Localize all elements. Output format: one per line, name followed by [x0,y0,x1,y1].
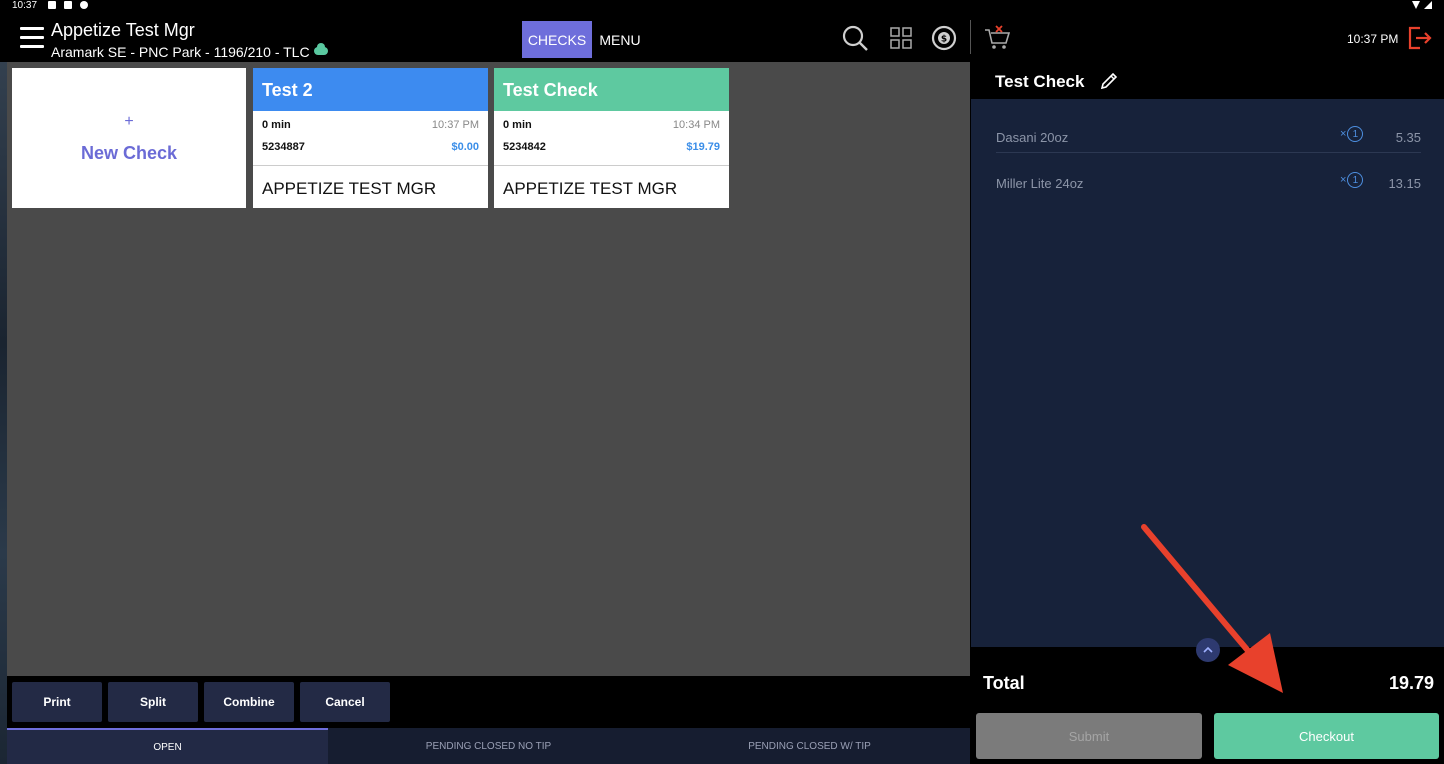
order-header: Test Check [971,62,1444,99]
tab-pending-closed-no-tip[interactable]: PENDING CLOSED NO TIP [328,728,649,764]
cancel-button[interactable]: Cancel [300,682,390,722]
notification-a-icon [48,1,56,9]
item-name: Miller Lite 24oz [996,176,1084,191]
quantity-multiplier: × [1340,174,1347,186]
cloud-sync-icon [313,43,328,55]
split-button[interactable]: Split [108,682,198,722]
chevron-up-icon [1203,646,1213,653]
plus-icon: + [124,112,134,130]
check-card-divider [253,165,488,166]
check-card-test-2[interactable]: Test 2 0 min 10:37 PM 5234887 $0.00 APPE… [253,68,488,208]
signal-icon [1424,1,1432,9]
search-icon[interactable] [841,24,869,52]
item-price: 13.15 [1388,176,1421,191]
header-clock: 10:37 PM [1347,32,1399,46]
check-time: 10:34 PM [672,119,720,131]
new-check-label: New Check [80,142,178,163]
combine-button[interactable]: Combine [204,682,294,722]
venue-subtitle-text: Aramark SE - PNC Park - 1196/210 - TLC [51,44,310,60]
edit-pencil-icon[interactable] [1099,71,1119,91]
check-time: 10:37 PM [431,119,479,131]
total-label: Total [983,673,1025,693]
hamburger-menu-icon[interactable] [20,27,44,49]
order-item[interactable]: Miller Lite 24oz × 1 13.15 [996,152,1421,198]
logout-icon[interactable] [1406,24,1434,52]
check-number: 5234887 [262,141,305,153]
new-check-button[interactable]: + New Check [12,68,246,208]
item-name: Dasani 20oz [996,130,1069,145]
tab-menu[interactable]: MENU [596,21,644,58]
tab-open[interactable]: OPEN [7,728,328,764]
item-quantity[interactable]: × 1 [1340,172,1364,188]
item-price: 5.35 [1395,130,1421,145]
wifi-icon [1412,1,1420,9]
venue-subtitle: Aramark SE - PNC Park - 1196/210 - TLC [51,43,328,60]
order-item[interactable]: Dasani 20oz × 1 5.35 [996,106,1421,152]
total-value: 19.79 [1388,673,1434,693]
item-quantity[interactable]: × 1 [1340,126,1364,142]
quantity-badge: 1 [1347,172,1364,188]
currency-icon[interactable]: $ [930,24,958,52]
notification-sync-icon [80,1,88,9]
check-number: 5234842 [503,141,546,153]
check-card-row-time: 0 min 10:37 PM [253,111,488,133]
check-amount: $19.79 [686,141,720,153]
expand-toggle-button[interactable] [1196,638,1220,662]
svg-text:$: $ [941,35,947,45]
app-title: Appetize Test Mgr [51,20,195,40]
system-time: 10:37 [12,0,38,11]
check-elapsed: 0 min [503,119,532,131]
check-card-divider [494,165,729,166]
check-card-row-number: 5234887 $0.00 [253,133,488,155]
window-edge [0,62,7,764]
check-card-title: Test 2 [253,68,488,111]
notification-doc-icon [64,1,72,9]
check-card-test-check[interactable]: Test Check 0 min 10:34 PM 5234842 $19.79… [494,68,729,208]
quantity-multiplier: × [1340,128,1347,140]
check-owner: APPETIZE TEST MGR [503,179,678,198]
notification-icons [48,1,88,9]
checkout-button[interactable]: Checkout [1214,713,1439,759]
check-status-tabs: OPEN PENDING CLOSED NO TIP PENDING CLOSE… [7,728,970,764]
system-status-bar: 10:37 [0,0,1444,12]
app-header: Appetize Test Mgr Aramark SE - PNC Park … [0,12,1444,62]
check-owner: APPETIZE TEST MGR [262,179,437,198]
cart-clear-icon[interactable] [983,24,1011,52]
check-card-row-time: 0 min 10:34 PM [494,111,729,133]
tab-pending-closed-with-tip[interactable]: PENDING CLOSED W/ TIP [649,728,970,764]
check-elapsed: 0 min [262,119,291,131]
submit-button[interactable]: Submit [976,713,1202,759]
tab-checks[interactable]: CHECKS [522,21,592,58]
check-amount: $0.00 [451,141,479,153]
print-button[interactable]: Print [12,682,102,722]
quantity-badge: 1 [1347,126,1364,142]
order-title: Test Check [995,72,1085,91]
header-divider [970,20,971,54]
system-indicators [1412,1,1432,9]
grid-icon[interactable] [887,24,915,52]
check-card-title: Test Check [494,68,729,111]
check-card-row-number: 5234842 $19.79 [494,133,729,155]
